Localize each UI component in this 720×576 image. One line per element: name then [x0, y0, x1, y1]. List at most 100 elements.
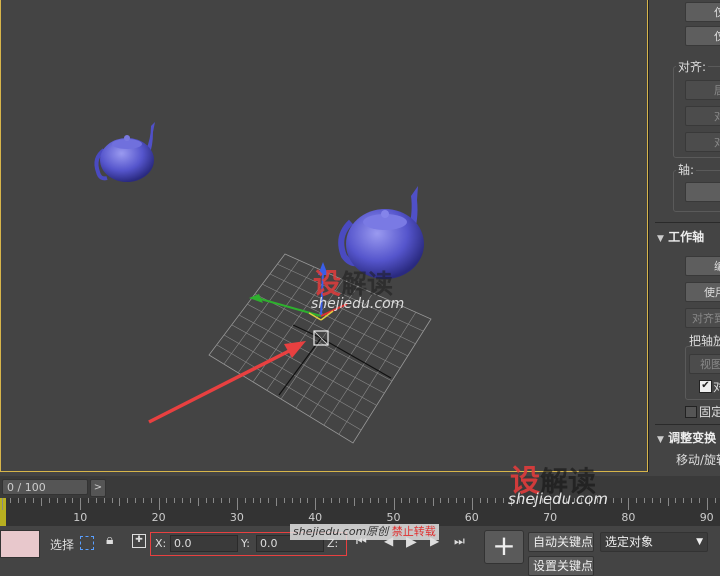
ruler-tick — [644, 498, 646, 503]
scene-canvas — [94, 122, 432, 444]
ruler-tick — [33, 498, 35, 503]
align-to-view-btn[interactable]: 对齐到 — [685, 308, 720, 328]
ruler-tick — [205, 498, 207, 503]
ruler-number: 80 — [621, 511, 636, 524]
ruler-tick — [651, 498, 653, 503]
align-pivot-btn[interactable]: 对 — [685, 106, 720, 126]
status-bar: 选择 🔒︎ ✚ X: 0.0 Y: 0.0 Z: ⏮ ◀ ▶ ▶ ⏭ + 自动关… — [0, 526, 720, 576]
annotation-arrow — [148, 341, 306, 424]
align-check-label: 对 — [713, 378, 720, 395]
ruler-tick — [221, 498, 223, 503]
ruler-tick — [479, 498, 481, 503]
select-label: 选择 — [50, 538, 75, 552]
next-frame-button[interactable]: > — [90, 479, 106, 497]
ruler-number: 30 — [229, 511, 244, 524]
view-btn[interactable]: 视图 — [689, 354, 720, 374]
ruler-number: 40 — [308, 511, 323, 524]
ruler-tick — [393, 498, 395, 510]
y-coordinate-input[interactable]: 0.0 — [256, 535, 324, 552]
ruler-tick — [471, 498, 473, 510]
ruler-tick — [714, 498, 716, 503]
ruler-tick — [182, 498, 184, 503]
ruler-tick — [691, 498, 693, 503]
ruler-tick — [88, 498, 90, 503]
ruler-tick — [80, 498, 82, 510]
z-label: Z: — [327, 537, 339, 550]
ruler-tick — [307, 498, 309, 503]
time-cursor[interactable] — [0, 498, 6, 526]
ruler-tick — [338, 498, 340, 503]
ruler-tick — [510, 498, 512, 506]
ruler-tick — [659, 498, 661, 503]
transform-gizmo[interactable] — [249, 262, 348, 321]
ruler-tick — [557, 498, 559, 503]
ruler-tick — [542, 498, 544, 503]
playback-controls: ⏮ ◀ ▶ ▶ ⏭ — [354, 534, 472, 554]
play-icon[interactable]: ▶ — [406, 534, 417, 550]
ruler-tick — [346, 498, 348, 503]
absolute-mode-icon[interactable]: ✚ — [132, 534, 146, 548]
lock-icon[interactable]: 🔒︎ — [106, 532, 113, 548]
align-world-btn[interactable]: 对 — [685, 132, 720, 152]
rollout-arrow-icon: ▼ — [657, 234, 664, 244]
ruler-tick — [56, 498, 58, 503]
maxscript-listener[interactable] — [0, 530, 40, 558]
prev-frame-icon[interactable]: ◀ — [384, 534, 393, 548]
ruler-tick — [503, 498, 505, 503]
ruler-tick — [283, 498, 285, 503]
x-coordinate-input[interactable]: 0.0 — [170, 535, 238, 552]
fix-checkbox[interactable] — [685, 406, 697, 418]
go-end-icon[interactable]: ⏭ — [454, 534, 465, 549]
small-teapot[interactable] — [94, 122, 155, 182]
y-label: Y: — [241, 537, 250, 550]
align-checkbox[interactable]: ✔ — [699, 380, 712, 393]
center-pivot-btn[interactable]: 居 — [685, 80, 720, 100]
timeline-ruler[interactable]: 10 20 30 40 50 60 70 80 90 — [0, 498, 720, 526]
ruler-tick — [362, 498, 364, 503]
ruler-tick — [597, 498, 599, 503]
ruler-tick — [103, 498, 105, 503]
top-btn-2[interactable]: 仅 — [685, 26, 720, 46]
ruler-tick — [448, 498, 450, 503]
top-btn-1[interactable]: 仅 — [685, 2, 720, 22]
ruler-tick — [260, 498, 262, 503]
edit-working-pivot-btn[interactable]: 编 — [685, 256, 720, 276]
axis-btn[interactable] — [685, 182, 720, 202]
selection-mode-icon[interactable] — [80, 536, 94, 550]
ruler-tick — [166, 498, 168, 503]
next-frame-icon[interactable]: ▶ — [430, 534, 439, 548]
grid-helper[interactable] — [208, 253, 432, 444]
move-rotate-label: 移动/旋转 — [676, 453, 720, 467]
large-teapot[interactable] — [338, 186, 424, 279]
auto-key-button[interactable]: 自动关键点 — [528, 532, 594, 552]
ruler-tick — [119, 498, 121, 506]
perspective-viewport[interactable]: 设解读 shejiedu.com — [0, 0, 648, 472]
adjust-transform-rollout[interactable]: ▼ 调整变换 — [657, 429, 720, 447]
ruler-tick — [675, 498, 677, 503]
ruler-number: 20 — [151, 511, 166, 524]
ruler-tick — [385, 498, 387, 503]
ruler-tick — [2, 498, 3, 510]
ruler-tick — [534, 498, 536, 503]
ruler-tick — [706, 498, 708, 510]
ruler-tick — [142, 498, 144, 503]
ruler-number: 70 — [543, 511, 558, 524]
set-key-button[interactable]: 设置关键点 — [528, 556, 594, 576]
selected-object-dropdown[interactable]: 选定对象 ▼ — [600, 532, 708, 552]
ruler-tick — [526, 498, 528, 503]
ruler-tick — [589, 498, 591, 506]
align-group-label: 对齐: — [676, 58, 709, 75]
ruler-tick — [604, 498, 606, 503]
key-mode-button[interactable]: + — [484, 530, 524, 564]
ruler-tick — [518, 498, 520, 503]
ruler-tick — [698, 498, 700, 503]
ruler-number: 60 — [464, 511, 479, 524]
ruler-tick — [463, 498, 465, 503]
adjust-transform-title: 调整变换 — [668, 431, 717, 445]
use-working-pivot-btn[interactable]: 使用 — [685, 282, 720, 302]
ruler-tick — [487, 498, 489, 503]
frame-counter[interactable]: 0 / 100 — [2, 479, 88, 495]
working-pivot-rollout[interactable]: ▼ 工作轴 — [657, 228, 720, 246]
selected-object-value: 选定对象 — [605, 535, 654, 549]
go-start-icon[interactable]: ⏮ — [356, 534, 367, 549]
